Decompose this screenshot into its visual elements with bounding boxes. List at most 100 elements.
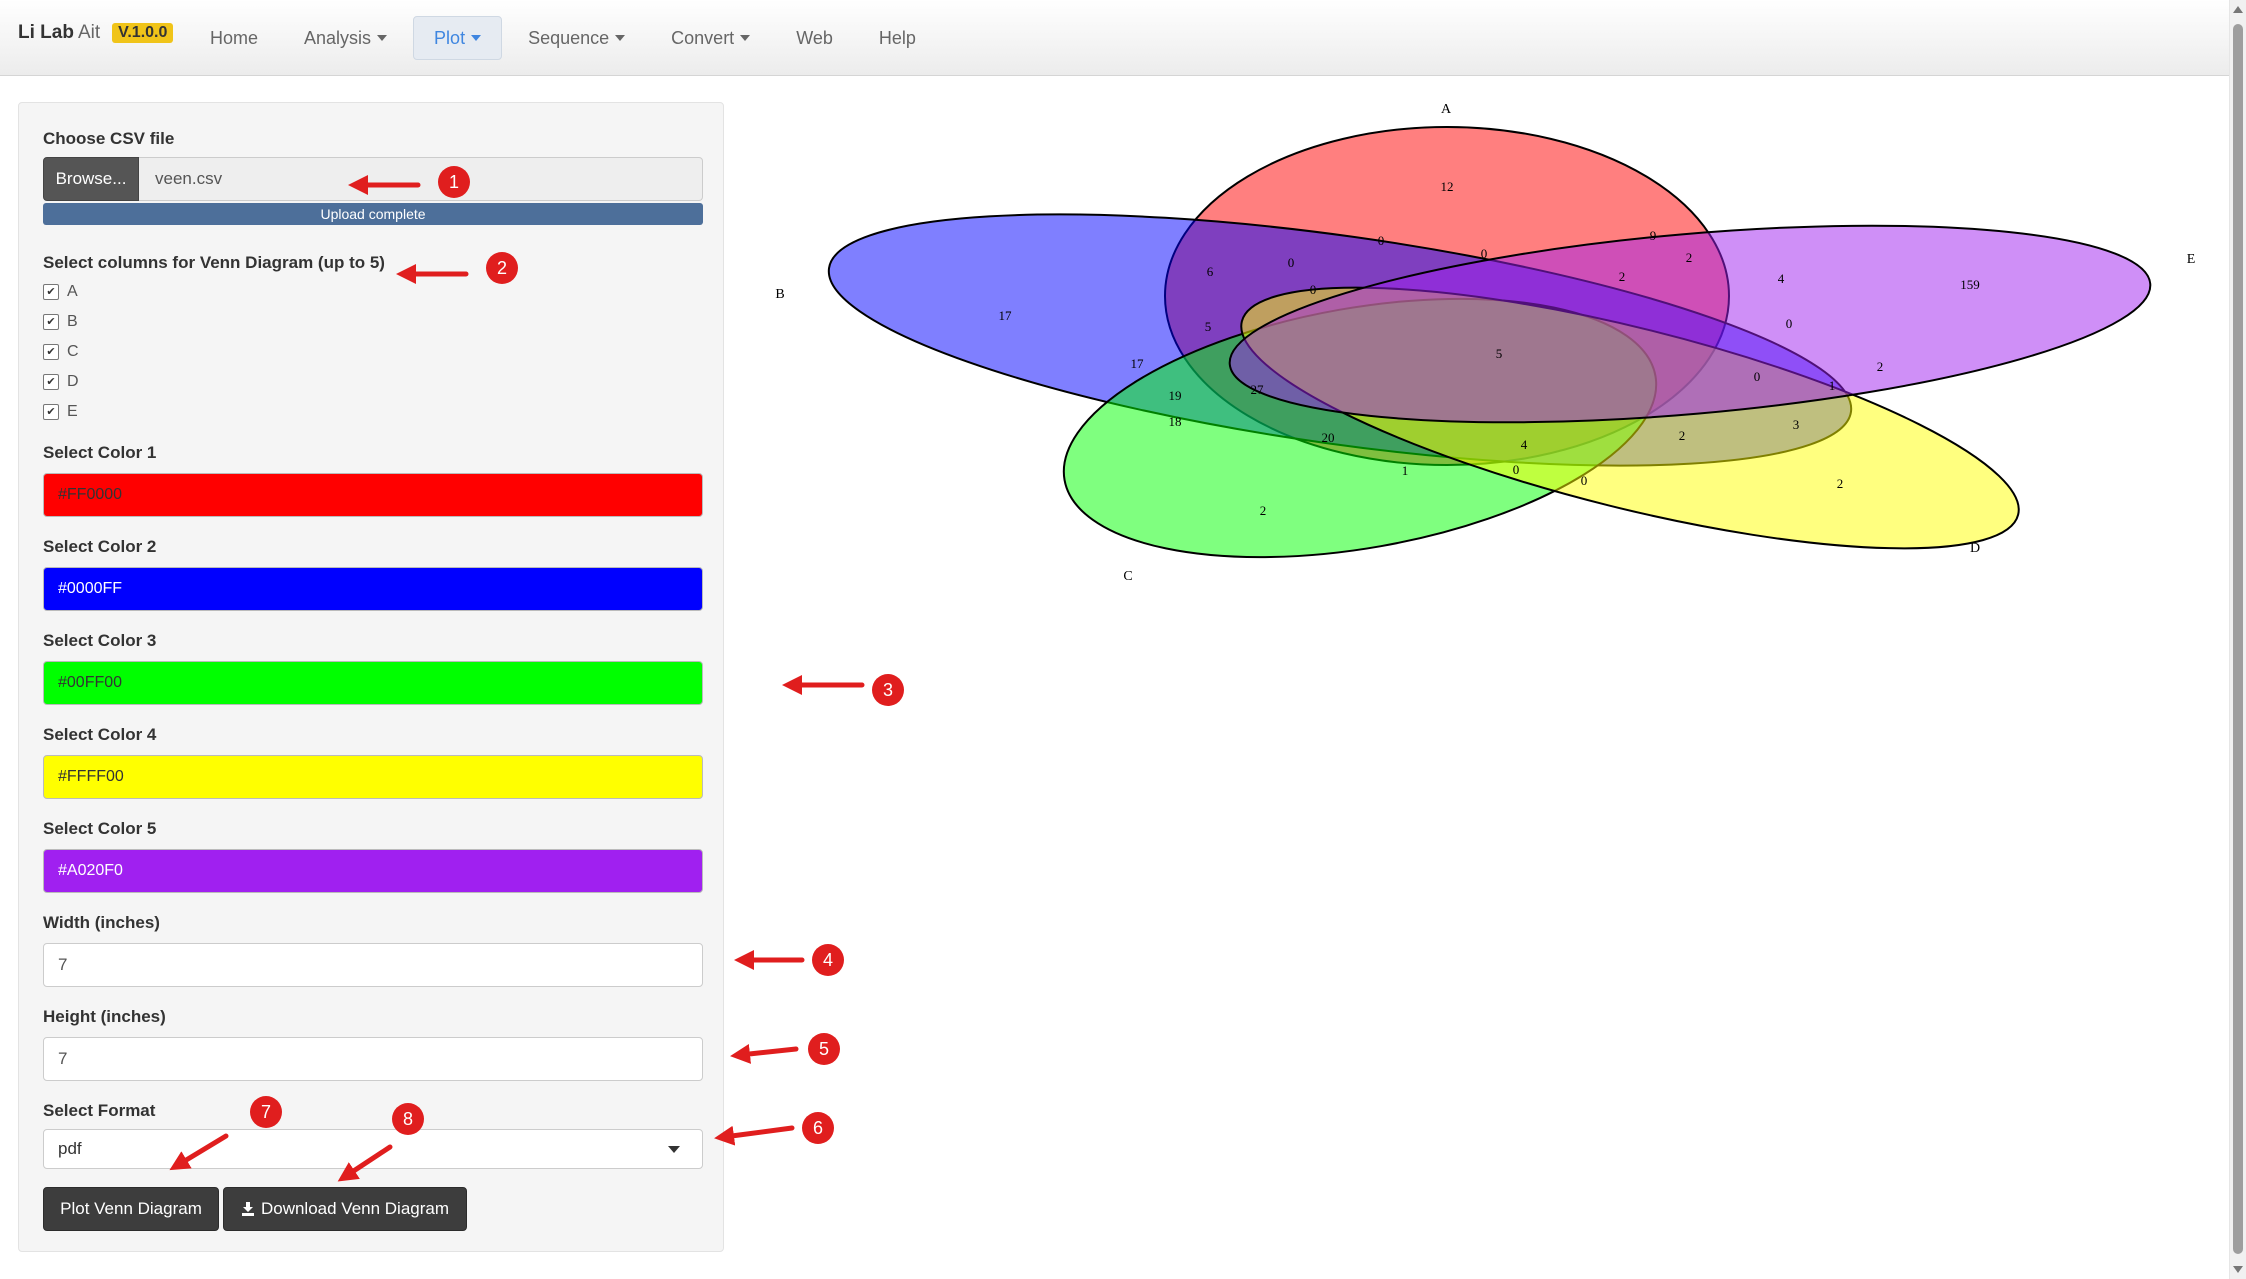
venn-count: 6 — [1207, 264, 1214, 279]
venn-count: 159 — [1960, 277, 1980, 292]
venn-count: 0 — [1310, 282, 1317, 297]
brand[interactable]: Li Lab Ait V.1.0.0 — [18, 18, 174, 48]
venn-count: 2 — [1837, 476, 1844, 491]
annotation-badge-1: 1 — [438, 166, 470, 198]
venn-label-b: B — [775, 287, 784, 302]
checkbox-column-d[interactable]: ✔ D — [43, 373, 79, 391]
venn-count: 0 — [1378, 233, 1385, 248]
venn-label-c: C — [1123, 569, 1132, 584]
nav-plot[interactable]: Plot — [413, 16, 503, 60]
navbar: Li Lab Ait V.1.0.0 Home Analysis Plot Se… — [0, 0, 2230, 76]
height-input[interactable]: 7 — [43, 1037, 703, 1081]
brand-sub: Ait — [77, 22, 101, 43]
venn-count: 18 — [1169, 414, 1182, 429]
annotation-badge-8: 8 — [392, 1103, 424, 1135]
color2-input[interactable]: #0000FF — [43, 567, 703, 611]
page-scrollbar[interactable] — [2229, 0, 2246, 1279]
venn-count: 9 — [1650, 228, 1657, 243]
venn-count: 3 — [1793, 417, 1800, 432]
venn-count: 4 — [1521, 437, 1528, 452]
checkbox-column-b[interactable]: ✔ B — [43, 313, 78, 331]
nav-help[interactable]: Help — [859, 16, 936, 60]
browse-button[interactable]: Browse... — [43, 157, 139, 201]
width-label: Width (inches) — [43, 913, 160, 932]
venn-count: 5 — [1205, 319, 1212, 334]
annotation-badge-6: 6 — [802, 1112, 834, 1144]
checkbox-checked-icon[interactable]: ✔ — [43, 374, 59, 390]
annotation-badge-7: 7 — [250, 1096, 282, 1128]
annotation-badge-2: 2 — [486, 252, 518, 284]
width-input[interactable]: 7 — [43, 943, 703, 987]
venn-count: 12 — [1441, 179, 1454, 194]
color5-label: Select Color 5 — [43, 819, 157, 838]
venn-count: 20 — [1322, 430, 1335, 445]
checkbox-checked-icon[interactable]: ✔ — [43, 404, 59, 420]
checkbox-checked-icon[interactable]: ✔ — [43, 314, 59, 330]
venn-count: 0 — [1481, 246, 1488, 261]
color5-input[interactable]: #A020F0 — [43, 849, 703, 893]
nav-sequence[interactable]: Sequence — [508, 16, 645, 60]
venn-count: 19 — [1169, 388, 1182, 403]
venn-count: 2 — [1686, 250, 1693, 265]
height-label: Height (inches) — [43, 1007, 166, 1026]
color3-input[interactable]: #00FF00 — [43, 661, 703, 705]
venn-count: 2 — [1877, 359, 1884, 374]
color3-label: Select Color 3 — [43, 631, 157, 650]
venn-count: 5 — [1496, 346, 1503, 361]
nav-home[interactable]: Home — [190, 16, 278, 60]
format-label: Select Format — [43, 1101, 156, 1120]
venn-count: 0 — [1786, 316, 1793, 331]
venn-count: 2 — [1619, 269, 1626, 284]
venn-count: 1 — [1402, 463, 1409, 478]
venn-count: 0 — [1754, 369, 1761, 384]
venn-count: 1 — [1829, 378, 1836, 393]
venn-count: 27 — [1251, 382, 1265, 397]
caret-down-icon — [471, 35, 482, 41]
venn-count: 4 — [1778, 271, 1785, 286]
version-badge: V.1.0.0 — [112, 23, 174, 43]
venn-count: 0 — [1288, 255, 1295, 270]
annotation-badge-3: 3 — [872, 674, 904, 706]
color1-label: Select Color 1 — [43, 443, 157, 462]
venn-count: 0 — [1581, 473, 1588, 488]
format-select[interactable]: pdf — [43, 1129, 703, 1169]
caret-down-icon — [377, 35, 388, 41]
chevron-down-icon — [668, 1146, 680, 1153]
plot-venn-button[interactable]: Plot Venn Diagram — [43, 1187, 219, 1231]
caret-down-icon — [615, 35, 626, 41]
venn-label-e: E — [2187, 252, 2196, 267]
file-label: Choose CSV file — [43, 129, 175, 148]
color4-input[interactable]: #FFFF00 — [43, 755, 703, 799]
nav-convert[interactable]: Convert — [651, 16, 770, 60]
venn-count: 17 — [999, 308, 1013, 323]
caret-down-icon — [740, 35, 751, 41]
venn-label-a: A — [1441, 102, 1452, 117]
color1-input[interactable]: #FF0000 — [43, 473, 703, 517]
download-icon — [241, 1202, 254, 1216]
checkbox-checked-icon[interactable]: ✔ — [43, 344, 59, 360]
annotation-arrow-6 — [714, 1125, 795, 1146]
file-input-group: Browse... veen.csv — [43, 157, 703, 201]
checkbox-column-c[interactable]: ✔ C — [43, 343, 79, 361]
scroll-up-icon[interactable] — [2233, 6, 2243, 13]
file-name-field[interactable]: veen.csv — [139, 157, 703, 201]
annotation-arrow-5 — [730, 1043, 799, 1064]
color4-label: Select Color 4 — [43, 725, 157, 744]
columns-label: Select columns for Venn Diagram (up to 5… — [43, 253, 385, 272]
nav-menu: Home Analysis Plot Sequence Convert Web … — [190, 16, 942, 60]
venn-label-d: D — [1970, 541, 1980, 556]
scrollbar-thumb[interactable] — [2233, 24, 2243, 1254]
nav-analysis[interactable]: Analysis — [284, 16, 407, 60]
venn-count: 17 — [1131, 356, 1145, 371]
checkbox-column-e[interactable]: ✔ E — [43, 403, 78, 421]
brand-main: Li Lab — [18, 22, 74, 43]
nav-web[interactable]: Web — [776, 16, 853, 60]
venn-count: 2 — [1260, 503, 1267, 518]
venn-diagram: A B C D E 12 0 0 0 9 2 6 0 2 4 159 17 5 … — [775, 102, 2196, 584]
download-venn-button[interactable]: Download Venn Diagram — [223, 1187, 467, 1231]
venn-count: 2 — [1679, 428, 1686, 443]
checkbox-checked-icon[interactable]: ✔ — [43, 284, 59, 300]
scroll-down-icon[interactable] — [2233, 1266, 2243, 1273]
sidebar-panel: Choose CSV file Browse... veen.csv Uploa… — [18, 102, 724, 1252]
checkbox-column-a[interactable]: ✔ A — [43, 283, 78, 301]
